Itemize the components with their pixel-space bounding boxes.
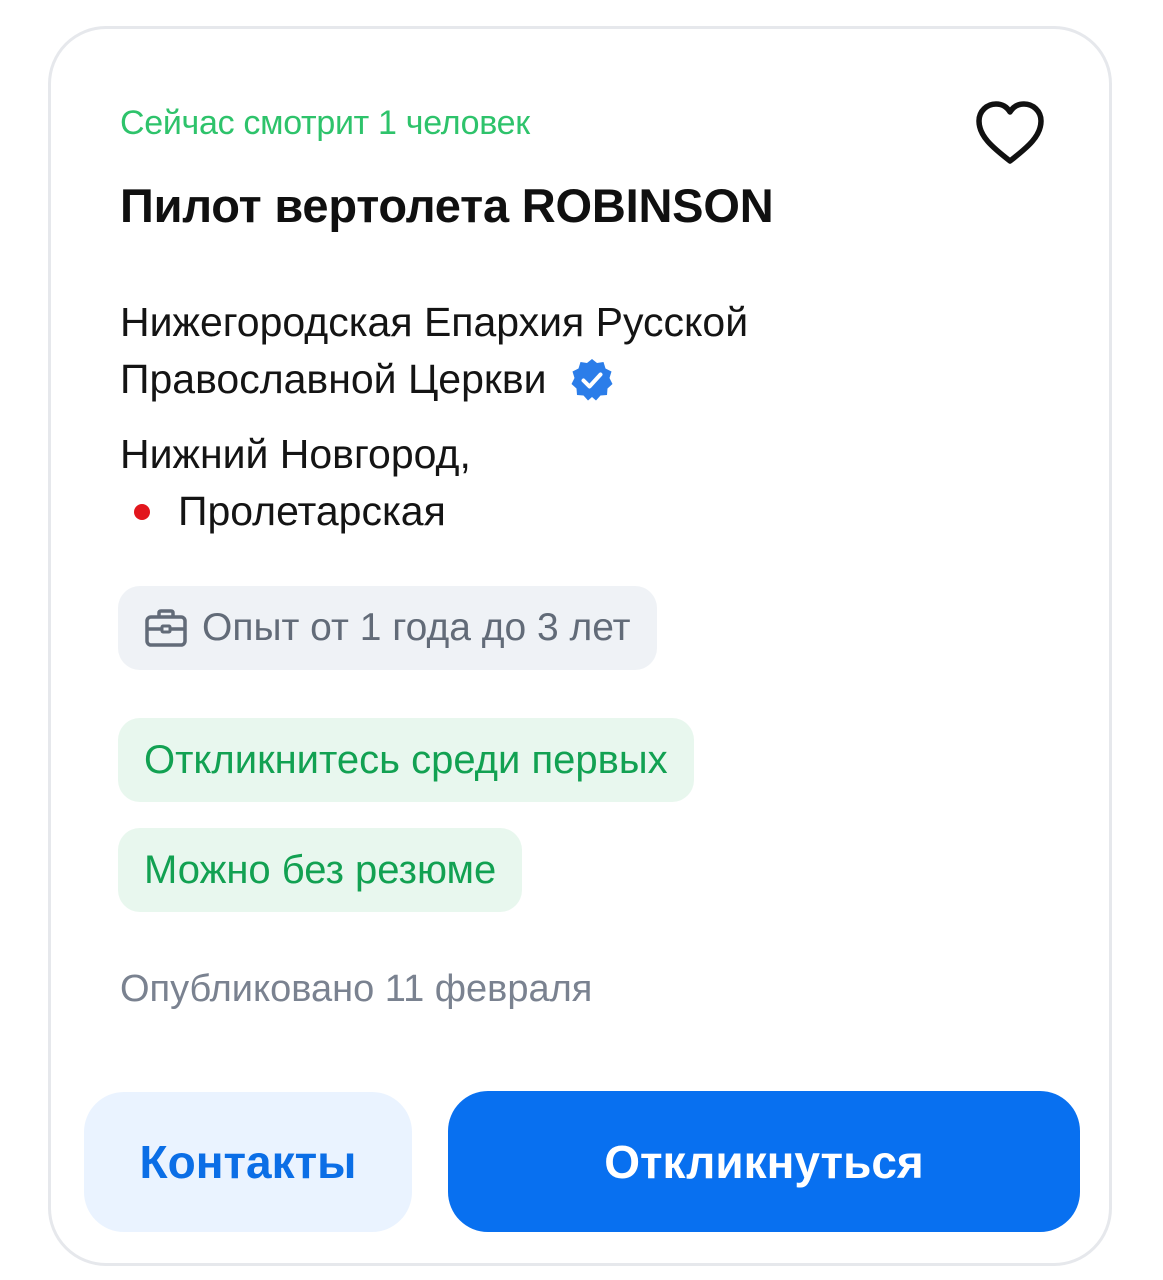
tag-respond-first: Откликнитесь среди первых xyxy=(118,718,694,802)
company-name[interactable]: Нижегородская Епархия Русской Православн… xyxy=(120,294,920,408)
heart-icon xyxy=(976,101,1044,164)
company-name-line2: Православной Церкви xyxy=(120,356,547,402)
respond-button[interactable]: Откликнуться xyxy=(448,1091,1080,1232)
published-date: Опубликовано 11 февраля xyxy=(120,968,593,1010)
viewers-count: Сейчас смотрит 1 человек xyxy=(120,104,530,142)
contacts-button[interactable]: Контакты xyxy=(84,1092,412,1232)
tag-label: Можно без резюме xyxy=(144,847,497,892)
metro-station: Пролетарская xyxy=(120,483,471,540)
contacts-button-label: Контакты xyxy=(139,1136,357,1188)
experience-text: Опыт от 1 года до 3 лет xyxy=(202,606,631,649)
metro-station-name: Пролетарская xyxy=(178,488,446,534)
briefcase-icon xyxy=(145,609,187,647)
favorite-button[interactable] xyxy=(972,98,1048,168)
verified-badge-icon xyxy=(571,358,612,400)
tag-no-resume: Можно без резюме xyxy=(118,828,523,912)
tag-label: Откликнитесь среди первых xyxy=(144,737,668,782)
metro-dot-icon xyxy=(134,503,150,520)
vacancy-title[interactable]: Пилот вертолета ROBINSON xyxy=(120,178,774,233)
vacancy-location: Нижний Новгород, Пролетарская xyxy=(120,426,471,540)
respond-button-label: Откликнуться xyxy=(604,1135,924,1188)
experience-badge: Опыт от 1 года до 3 лет xyxy=(118,586,657,670)
city: Нижний Новгород, xyxy=(120,431,471,477)
company-name-line1: Нижегородская Епархия Русской xyxy=(120,299,749,345)
